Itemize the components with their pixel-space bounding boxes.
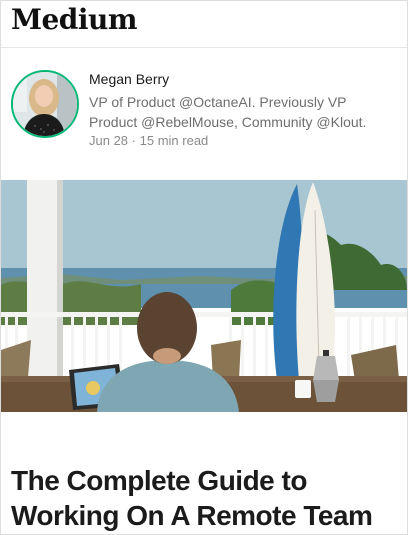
author-photo xyxy=(13,72,77,136)
meta-separator: · xyxy=(131,133,137,148)
author-bio: VP of Product @OctaneAI. Previously VP P… xyxy=(89,94,367,130)
medium-logo[interactable]: Medium xyxy=(11,3,138,36)
avatar[interactable] xyxy=(11,70,79,138)
hero-image xyxy=(1,180,407,412)
article-title[interactable]: The Complete Guide to Working On A Remot… xyxy=(11,463,401,533)
read-time: 15 min read xyxy=(139,133,209,148)
post-date: Jun 28 xyxy=(89,133,129,148)
post-meta: Jun 28 · 15 min read xyxy=(89,133,208,148)
page-frame: Medium Megan Berry VP of Product @Octane… xyxy=(0,0,408,535)
author-name[interactable]: Megan Berry xyxy=(89,71,169,87)
top-bar: Medium xyxy=(1,1,407,48)
author-card: Megan Berry VP of Product @OctaneAI. Pre… xyxy=(1,48,407,179)
